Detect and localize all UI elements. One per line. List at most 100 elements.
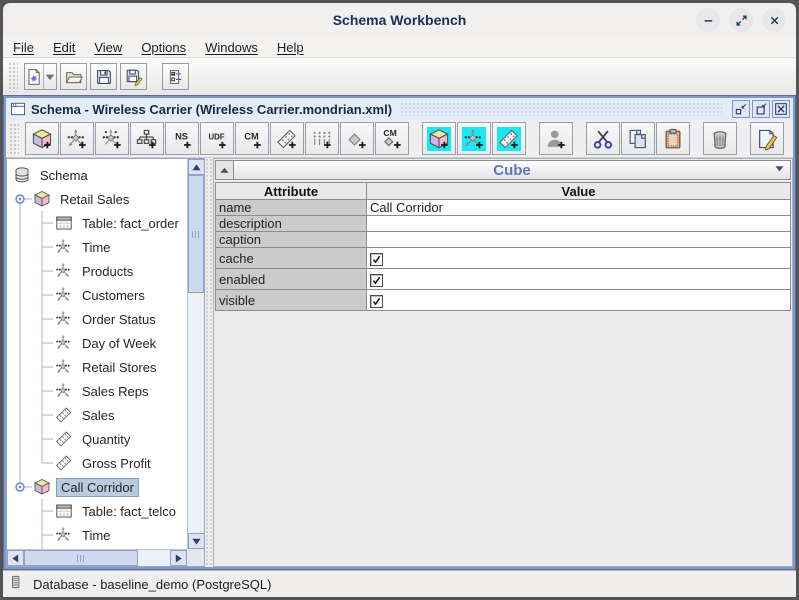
menu-help[interactable]: Help [277,40,304,55]
copy-button[interactable] [621,122,655,155]
delete-button[interactable] [703,122,737,155]
tree-node-time[interactable]: Time [7,235,187,259]
menu-view[interactable]: View [94,40,122,55]
add-dimension-button[interactable] [60,122,94,155]
tree-horizontal-scrollbar[interactable] [7,549,187,566]
cut-button[interactable] [586,122,620,155]
tree-node-time[interactable]: Time [7,523,187,547]
new-button[interactable] [24,63,57,90]
window-minimize-button[interactable] [696,8,720,32]
tree-node-products[interactable]: Products [7,259,187,283]
schema-toolbar-drag-handle[interactable] [8,122,19,155]
frame-iconify-button[interactable] [732,100,750,118]
tree-node-table-fact-telco[interactable]: Table: fact_telco [7,499,187,523]
tree-node-retail-sales[interactable]: Retail Sales [7,187,187,211]
attribute-value-cell[interactable] [367,232,791,248]
menu-file[interactable]: File [13,40,34,55]
element-type-bar[interactable]: Cube [234,160,791,180]
frame-maximize-button[interactable] [752,100,770,118]
vertical-scroll-track[interactable] [188,175,204,533]
paste-icon [661,127,685,151]
value-column-header[interactable]: Value [367,183,791,200]
tree-node-call-corridor[interactable]: Call Corridor [7,475,187,499]
menu-edit[interactable]: Edit [53,40,75,55]
attribute-value-cell[interactable] [367,269,791,290]
add-property-button[interactable] [340,122,374,155]
add-user-defined-function-button[interactable]: UDF [200,122,234,155]
calculated-member-icon: CM [240,127,264,151]
tree-node-gross-profit[interactable]: Gross Profit [7,451,187,475]
tree-node-table-fact-order[interactable]: Table: fact_order [7,211,187,235]
save-as-button[interactable] [120,63,147,90]
add-dimension-usage-button[interactable] [95,122,129,155]
paste-button[interactable] [656,122,690,155]
minimize-icon [701,13,716,28]
scroll-up-button[interactable] [188,159,205,175]
add-virtual-dimension-button[interactable] [457,122,491,155]
edit-mode-button[interactable] [750,122,784,155]
panel-splitter[interactable] [205,158,213,567]
tree-node-retail-stores[interactable]: Retail Stores [7,355,187,379]
preferences-button[interactable] [162,63,189,90]
add-role-button[interactable] [539,122,573,155]
schema-toolbar: NSUDF CM CM [6,120,793,158]
attribute-row-cache: cache [216,248,791,269]
main-toolbar [3,58,796,95]
horizontal-scroll-track[interactable] [24,550,170,566]
attribute-column-header[interactable]: Attribute [216,183,367,200]
window-titlebar[interactable]: Schema Workbench [3,3,796,37]
toolbar-drag-handle[interactable] [7,61,18,92]
horizontal-scroll-thumb[interactable] [24,550,138,566]
add-level-button[interactable] [305,122,339,155]
menu-options[interactable]: Options [141,40,186,55]
attribute-editor-panel: Cube Attribute Value [213,158,793,567]
tree-node-schema[interactable]: Schema [7,163,187,187]
enabled-checkbox[interactable] [370,274,383,287]
menu-windows[interactable]: Windows [205,40,258,55]
tree-node-label: Time [78,527,114,544]
window-close-button[interactable] [762,8,786,32]
tree-vertical-scrollbar[interactable] [187,159,204,549]
attribute-name-cell: description [216,216,367,232]
preferences-icon [167,68,185,86]
visible-checkbox[interactable] [370,295,383,308]
svg-text:CM: CM [244,131,259,141]
attribute-name-cell: visible [216,290,367,311]
tree-node-order-status[interactable]: Order Status [7,307,187,331]
attribute-value-cell[interactable] [367,248,791,269]
window-maximize-button[interactable] [729,8,753,32]
new-dropdown-arrow[interactable] [43,64,56,89]
add-calculated-member-button[interactable]: CM [235,122,269,155]
scroll-left-button[interactable] [7,550,24,566]
editor-header: Cube [215,160,791,180]
chevron-down-icon[interactable] [774,161,785,179]
frame-close-button[interactable] [772,100,790,118]
tree-node-quantity[interactable]: Quantity [7,427,187,451]
scroll-right-button[interactable] [170,550,187,566]
tree-node-sales-reps[interactable]: Sales Reps [7,379,187,403]
collapse-panel-button[interactable] [215,160,234,180]
open-button[interactable] [60,63,87,90]
add-cube-button[interactable] [25,122,59,155]
tree-node-customers[interactable]: Customers [7,283,187,307]
add-virtual-cube-button[interactable] [422,122,456,155]
attribute-value-cell[interactable] [367,216,791,232]
scroll-down-button[interactable] [188,533,205,549]
add-calculated-member-property-button[interactable]: CM [375,122,409,155]
dimension-icon [55,262,73,280]
dimension-icon [65,127,89,151]
tree-node-label: Retail Sales [56,191,133,208]
attribute-value-cell[interactable] [367,290,791,311]
add-virtual-measure-button[interactable] [492,122,526,155]
add-hierarchy-button[interactable] [130,122,164,155]
cache-checkbox[interactable] [370,253,383,266]
vertical-scroll-thumb[interactable] [188,175,204,293]
internal-frame-titlebar[interactable]: Schema - Wireless Carrier (Wireless Carr… [6,98,793,120]
add-measure-button[interactable] [270,122,304,155]
tree-node-sales[interactable]: Sales [7,403,187,427]
add-named-set-button[interactable]: NS [165,122,199,155]
attribute-name-cell: enabled [216,269,367,290]
tree-node-day-of-week[interactable]: Day of Week [7,331,187,355]
save-button[interactable] [90,63,117,90]
attribute-value-cell[interactable]: Call Corridor [367,200,791,216]
